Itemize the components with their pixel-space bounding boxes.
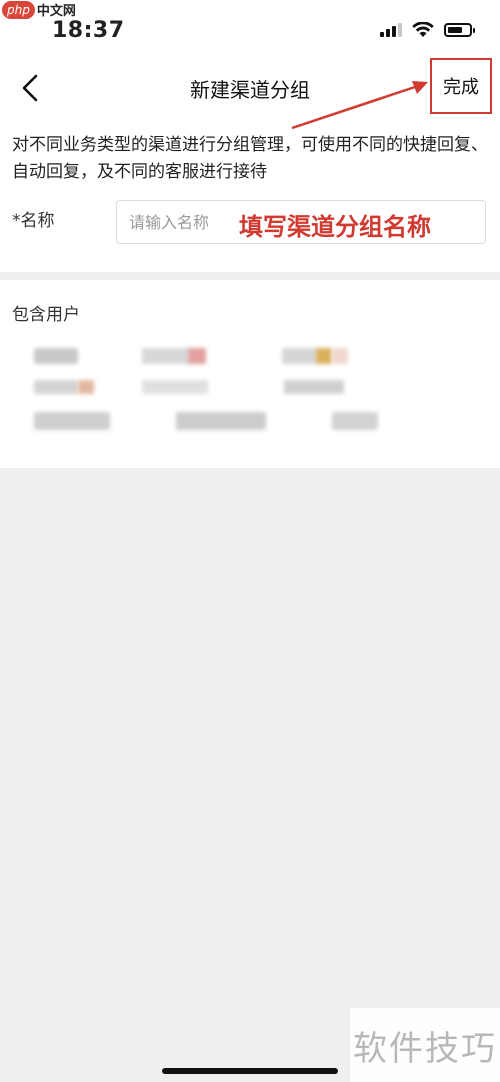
blurred-user-5 xyxy=(142,380,208,394)
cellular-signal-icon xyxy=(380,23,402,37)
blurred-user-4-accent xyxy=(78,380,94,394)
blurred-user-3-accent-2 xyxy=(332,348,348,364)
name-label: *名称 xyxy=(12,211,55,231)
watermark-name: 中文网 xyxy=(36,4,76,19)
blurred-user-1 xyxy=(34,348,78,364)
blurred-user-8 xyxy=(176,412,266,430)
watermark-badge: php xyxy=(2,0,35,19)
blurred-user-3-accent xyxy=(316,348,332,364)
status-icons xyxy=(380,22,475,38)
annotation-text: 填写渠道分组名称 xyxy=(239,213,431,241)
blurred-user-9 xyxy=(332,412,378,430)
blurred-user-2-accent xyxy=(188,348,206,364)
nav-bar: 新建渠道分组 完成 xyxy=(0,54,500,124)
page-title: 新建渠道分组 xyxy=(190,78,310,102)
blurred-user-3 xyxy=(282,348,318,364)
name-input[interactable] xyxy=(129,201,239,243)
users-title: 包含用户 xyxy=(12,305,80,325)
form-section: 对不同业务类型的渠道进行分组管理，可使用不同的快捷回复、自动回复，及不同的客服进… xyxy=(0,124,500,272)
status-time: 18:37 xyxy=(52,18,125,43)
corner-watermark: 软件技巧 xyxy=(350,1008,500,1082)
status-bar: php 中文网 18:37 xyxy=(0,0,500,54)
done-button[interactable]: 完成 xyxy=(430,58,492,114)
users-section: 包含用户 xyxy=(0,280,500,468)
blurred-user-4 xyxy=(34,380,78,394)
blurred-user-7 xyxy=(34,412,110,430)
group-description: 对不同业务类型的渠道进行分组管理，可使用不同的快捷回复、自动回复，及不同的客服进… xyxy=(12,135,488,182)
home-indicator xyxy=(162,1068,338,1074)
name-field-box: 填写渠道分组名称 xyxy=(116,200,486,244)
battery-icon xyxy=(444,23,475,37)
wifi-icon xyxy=(412,22,434,37)
site-watermark-logo: php 中文网 xyxy=(2,0,76,19)
blurred-user-2 xyxy=(142,348,190,364)
blurred-user-6 xyxy=(284,380,344,394)
